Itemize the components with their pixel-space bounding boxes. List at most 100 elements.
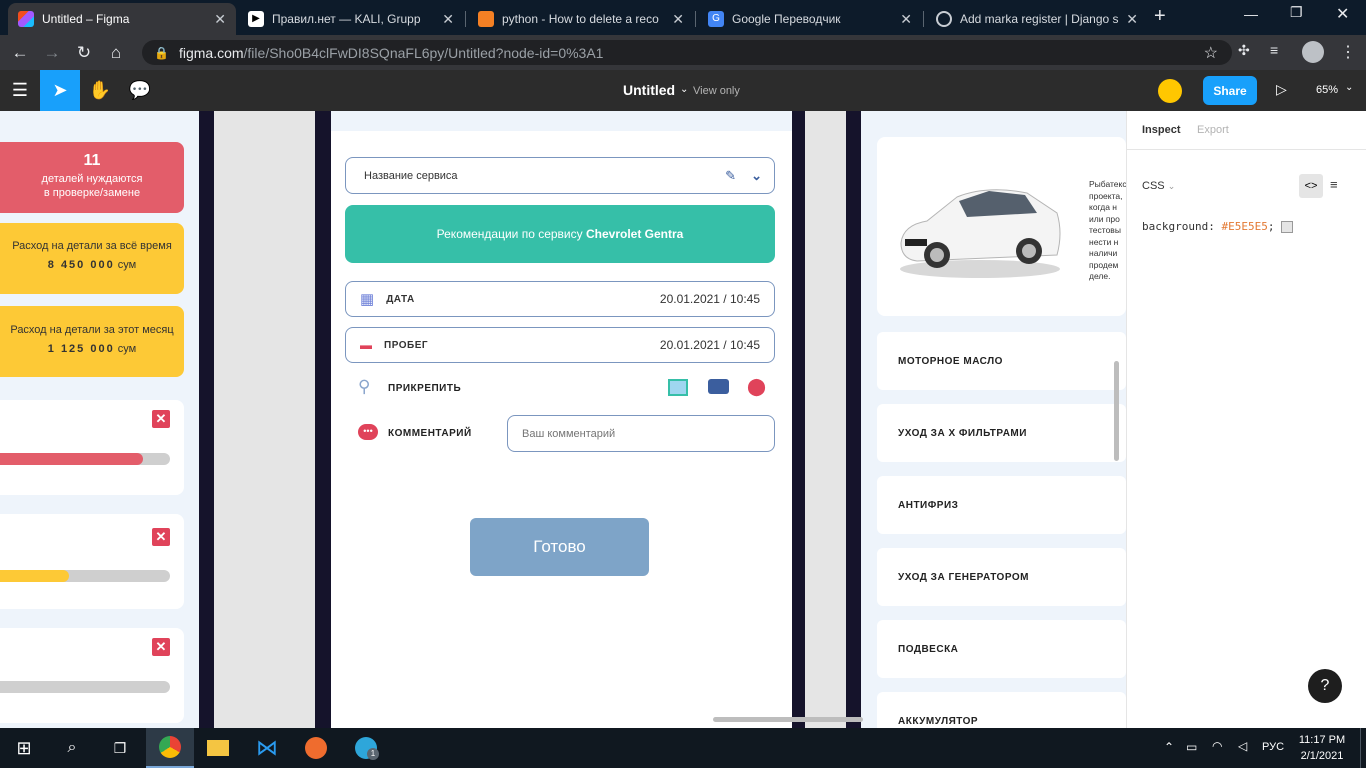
list-icon[interactable]: ≡: [1330, 177, 1338, 192]
file-title[interactable]: Untitled: [623, 82, 675, 98]
close-window-button[interactable]: ✕: [1336, 4, 1349, 24]
close-icon[interactable]: ✕: [1126, 11, 1138, 28]
car-image: [900, 189, 1061, 278]
present-icon[interactable]: ▷: [1276, 81, 1287, 98]
figma-toolbar: ☰ ➤ ✋ 💬 Untitled ⌄ View only Share ▷ 65%…: [0, 70, 1366, 111]
hamburger-icon[interactable]: ☰: [0, 70, 40, 111]
tab-translate[interactable]: G Google Переводчик ✕: [698, 3, 922, 35]
done-button[interactable]: Готово: [470, 518, 649, 576]
clock[interactable]: 11:17 PM 2/1/2021: [1292, 732, 1352, 764]
part-card: ✕: [0, 400, 184, 495]
horizontal-scrollbar[interactable]: [713, 717, 863, 722]
camera-icon[interactable]: [708, 379, 729, 394]
menu-item-filters[interactable]: УХОД ЗА Х ФИЛЬТРАМИ: [877, 404, 1126, 462]
star-icon[interactable]: ☆: [1204, 43, 1218, 63]
user-avatar[interactable]: [1158, 79, 1182, 103]
mileage-field[interactable]: ▬ ПРОБЕГ 20.01.2021 / 10:45: [345, 327, 775, 363]
clock-time: 11:17 PM: [1298, 734, 1346, 746]
date-field[interactable]: ▦ ДАТА 20.01.2021 / 10:45: [345, 281, 775, 317]
minimize-button[interactable]: —: [1244, 6, 1258, 22]
wifi-icon[interactable]: ◠: [1212, 739, 1222, 753]
windows-start-icon[interactable]: ⊞: [0, 728, 48, 768]
input-language[interactable]: РУС: [1262, 741, 1284, 753]
tab-title: Untitled – Figma: [42, 12, 130, 26]
chrome-icon[interactable]: [146, 728, 194, 768]
restore-button[interactable]: ❐: [1290, 4, 1303, 21]
mileage-value: 20.01.2021 / 10:45: [659, 338, 760, 352]
image-icon[interactable]: [668, 379, 688, 396]
vscode-icon[interactable]: ⋈: [243, 728, 291, 768]
tab-django[interactable]: Add marka register | Django s ✕: [926, 3, 1148, 35]
extensions-icon[interactable]: ✣: [1238, 42, 1258, 62]
close-icon[interactable]: ✕: [152, 638, 170, 656]
show-desktop-button[interactable]: [1360, 728, 1366, 768]
tab-stackoverflow[interactable]: python - How to delete a reco ✕: [468, 3, 694, 35]
close-icon[interactable]: ✕: [214, 11, 226, 28]
task-view-icon[interactable]: ❐: [96, 728, 144, 768]
recommendation-text: Рекомендации по сервису: [436, 227, 586, 241]
figma-canvas[interactable]: 11 деталей нуждаются в проверке/замене Р…: [0, 111, 1126, 728]
search-icon[interactable]: ⌕: [48, 728, 96, 768]
close-icon[interactable]: ✕: [152, 410, 170, 428]
hand-tool-icon[interactable]: ✋: [80, 70, 120, 111]
tab-figma[interactable]: Untitled – Figma ✕: [8, 3, 236, 35]
vertical-scrollbar[interactable]: [1114, 361, 1119, 461]
close-icon[interactable]: ✕: [442, 11, 454, 28]
move-tool-icon[interactable]: ➤: [40, 70, 80, 111]
stat-text: Расход на детали за всё время: [12, 240, 172, 252]
battery-icon[interactable]: ▭: [1186, 740, 1197, 754]
back-button[interactable]: ←: [4, 37, 36, 69]
comment-input[interactable]: [507, 415, 775, 452]
volume-icon[interactable]: ◁: [1238, 739, 1247, 753]
css-code[interactable]: background: #E5E5E5;: [1142, 220, 1274, 233]
help-button[interactable]: ?: [1308, 669, 1342, 703]
code-value: #E5E5E5: [1221, 220, 1268, 233]
forward-button[interactable]: →: [36, 37, 68, 69]
chevron-down-icon[interactable]: ⌄: [680, 84, 688, 95]
clock-date: 2/1/2021: [1300, 750, 1344, 762]
postman-icon[interactable]: [292, 728, 340, 768]
tab-pravil[interactable]: ▶ Правил.нет — KALI, Grupp ✕: [238, 3, 464, 35]
folder-icon[interactable]: [194, 728, 242, 768]
close-icon[interactable]: ✕: [152, 528, 170, 546]
url-path: /file/Sho0B4clFwDI8SQnaFL6py/Untitled?no…: [243, 44, 604, 61]
share-button[interactable]: Share: [1203, 76, 1257, 105]
menu-item-engine-oil[interactable]: МОТОРНОЕ МАСЛО: [877, 332, 1126, 390]
menu-item-suspension[interactable]: ПОДВЕСКА: [877, 620, 1126, 678]
tab-export[interactable]: Export: [1197, 124, 1229, 136]
comment-tool-icon[interactable]: 💬: [120, 70, 160, 111]
chevron-up-icon[interactable]: ⌃: [1164, 740, 1174, 754]
comment-icon: •••: [358, 424, 378, 440]
tab-inspect[interactable]: Inspect: [1142, 124, 1181, 136]
stat-parts-check: 11 деталей нуждаются в проверке/замене: [0, 142, 184, 213]
attach-label: ПРИКРЕПИТЬ: [388, 383, 462, 394]
url-input[interactable]: 🔒 figma.com/file/Sho0B4clFwDI8SQnaFL6py/…: [142, 40, 1232, 65]
telegram-icon[interactable]: [342, 728, 390, 768]
chevron-down-icon[interactable]: ⌄: [1345, 82, 1353, 93]
menu-item-antifreeze[interactable]: АНТИФРИЗ: [877, 476, 1126, 534]
pencil-icon[interactable]: ✎: [725, 168, 736, 184]
code-icon[interactable]: <>: [1299, 174, 1323, 198]
avatar[interactable]: [1302, 41, 1324, 63]
menu-item-generator[interactable]: УХОД ЗА ГЕНЕРАТОРОМ: [877, 548, 1126, 606]
date-value: 20.01.2021 / 10:45: [659, 292, 760, 306]
service-select[interactable]: Название сервиса ✎ ⌄: [345, 157, 775, 194]
new-tab-button[interactable]: +: [1154, 5, 1166, 28]
language-select[interactable]: CSS ⌄: [1142, 180, 1175, 192]
view-mode: View only: [693, 85, 740, 97]
close-icon[interactable]: ✕: [672, 11, 684, 28]
reload-button[interactable]: ↻: [68, 37, 100, 69]
media-icon[interactable]: ≡: [1270, 42, 1278, 58]
phone-border: [315, 111, 331, 728]
chevron-down-icon: ⌄: [1167, 181, 1176, 191]
chevron-down-icon[interactable]: ⌄: [751, 168, 762, 184]
menu-item-battery[interactable]: АККУМУЛЯТОР: [877, 692, 1126, 728]
recommendation-button[interactable]: Рекомендации по сервису Chevrolet Gentra: [345, 205, 775, 263]
home-button[interactable]: ⌂: [100, 37, 132, 69]
close-icon[interactable]: ✕: [900, 11, 912, 28]
url-host: figma.com: [178, 44, 244, 61]
location-pin-icon[interactable]: ⬤: [747, 377, 766, 397]
menu-icon[interactable]: ⋮: [1340, 42, 1356, 62]
progress-fill: [0, 570, 69, 582]
zoom-level[interactable]: 65%: [1316, 84, 1338, 96]
